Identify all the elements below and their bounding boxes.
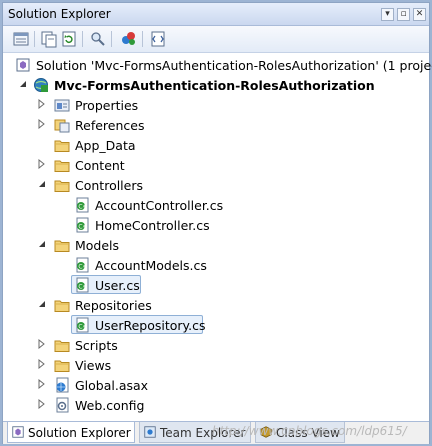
- collapsed-arrow-icon[interactable]: [37, 159, 47, 169]
- refresh-icon[interactable]: [60, 30, 78, 48]
- expanded-arrow-icon[interactable]: [18, 79, 28, 89]
- tree-item-homecontroller[interactable]: HomeController.cs: [3, 215, 429, 235]
- tree-item-views[interactable]: Views: [3, 355, 429, 375]
- toolbar: [3, 26, 429, 53]
- show-all-files-icon[interactable]: [40, 30, 58, 48]
- tree-item-label: Solution 'Mvc-FormsAuthentication-RolesA…: [36, 58, 432, 73]
- watermark-text: http://www.cnblogs.com/ldp615/: [212, 424, 407, 438]
- tree-item-label: User.cs: [95, 278, 140, 293]
- tree-item-label: Repositories: [75, 298, 152, 313]
- csharp-file-icon: [76, 317, 89, 333]
- toolbar-separator: [142, 31, 143, 47]
- collapsed-arrow-icon[interactable]: [37, 99, 47, 109]
- tree-item-label: Controllers: [75, 178, 143, 193]
- web-config-icon: [56, 397, 69, 413]
- expanded-arrow-icon[interactable]: [37, 179, 47, 189]
- tree-item-project[interactable]: Mvc-FormsAuthentication-RolesAuthorizati…: [3, 75, 429, 95]
- collapsed-arrow-icon[interactable]: [37, 359, 47, 369]
- tree-item-label: UserRepository.cs: [95, 318, 206, 333]
- tree-item-properties[interactable]: Properties: [3, 95, 429, 115]
- csharp-file-icon: [76, 277, 89, 293]
- tree-item-label: Scripts: [75, 338, 118, 353]
- team-explorer-icon: [144, 426, 156, 438]
- properties-folder-icon: [54, 99, 70, 112]
- global-asax-icon: [56, 377, 69, 393]
- web-project-icon: [34, 78, 48, 92]
- view-class-diagram-icon[interactable]: [89, 30, 107, 48]
- folder-icon: [54, 140, 70, 152]
- csharp-file-icon: [76, 217, 89, 233]
- solution-explorer-window: Solution Explorer ▾ ▫ ✕ Solution 'Mvc-Fo…: [2, 2, 432, 444]
- csharp-file-icon: [76, 257, 89, 273]
- tree-item-models[interactable]: Models: [3, 235, 429, 255]
- tree-item-label: References: [75, 118, 145, 133]
- tree-item-label: AccountModels.cs: [95, 258, 207, 273]
- tree-item-label: Global.asax: [75, 378, 149, 393]
- properties-icon[interactable]: [12, 30, 30, 48]
- expanded-arrow-icon[interactable]: [37, 239, 47, 249]
- title-bar: Solution Explorer ▾ ▫ ✕: [3, 3, 429, 26]
- tab-solution-explorer[interactable]: Solution Explorer: [7, 422, 135, 443]
- csharp-file-icon: [76, 197, 89, 213]
- tree-item-label: Models: [75, 238, 120, 253]
- collapsed-arrow-icon[interactable]: [37, 379, 47, 389]
- nested-related-files-icon[interactable]: [120, 30, 138, 48]
- tree-item-label: App_Data: [75, 138, 136, 153]
- tree-item-label: Properties: [75, 98, 139, 113]
- close-button[interactable]: ✕: [413, 8, 426, 21]
- collapsed-arrow-icon[interactable]: [37, 399, 47, 409]
- tree-item-solution[interactable]: Solution 'Mvc-FormsAuthentication-RolesA…: [3, 55, 432, 75]
- tree-item-accountcontroller[interactable]: AccountController.cs: [3, 195, 429, 215]
- folder-icon: [54, 160, 70, 172]
- expanded-arrow-icon[interactable]: [37, 299, 47, 309]
- references-icon: [54, 119, 70, 133]
- tree-item-label: Mvc-FormsAuthentication-RolesAuthorizati…: [54, 78, 375, 93]
- tree-item-label: AccountController.cs: [95, 198, 224, 213]
- tree-item-user-cs[interactable]: User.cs: [3, 275, 429, 295]
- view-code-icon[interactable]: [149, 30, 167, 48]
- folder-icon: [54, 340, 70, 352]
- toolbar-separator: [111, 31, 112, 47]
- window-position-button[interactable]: ▾: [381, 8, 394, 21]
- tree-item-repositories[interactable]: Repositories: [3, 295, 429, 315]
- toolbar-separator: [82, 31, 83, 47]
- tree-item-app-data[interactable]: App_Data: [3, 135, 429, 155]
- folder-open-icon: [54, 240, 70, 252]
- tree-item-label: HomeController.cs: [95, 218, 210, 233]
- folder-open-icon: [54, 180, 70, 192]
- tree-item-accountmodels[interactable]: AccountModels.cs: [3, 255, 429, 275]
- folder-open-icon: [54, 300, 70, 312]
- collapsed-arrow-icon[interactable]: [37, 339, 47, 349]
- folder-icon: [54, 360, 70, 372]
- solution-icon: [16, 58, 30, 72]
- solution-explorer-icon: [12, 426, 24, 438]
- tree-item-references[interactable]: References: [3, 115, 429, 135]
- toolbar-separator: [34, 31, 35, 47]
- collapsed-arrow-icon[interactable]: [37, 119, 47, 129]
- tree-item-label: Web.config: [75, 398, 145, 413]
- tab-label: Solution Explorer: [28, 426, 131, 440]
- tree-item-web-config[interactable]: Web.config: [3, 395, 429, 415]
- tree-item-scripts[interactable]: Scripts: [3, 335, 429, 355]
- tree-item-userrepository-cs[interactable]: UserRepository.cs: [3, 315, 429, 335]
- tree-item-content[interactable]: Content: [3, 155, 429, 175]
- tree-item-global-asax[interactable]: Global.asax: [3, 375, 429, 395]
- solution-tree: Solution 'Mvc-FormsAuthentication-RolesA…: [3, 53, 432, 421]
- window-title: Solution Explorer: [8, 7, 111, 21]
- tree-item-controllers[interactable]: Controllers: [3, 175, 429, 195]
- tree-item-label: Views: [75, 358, 112, 373]
- tree-item-label: Content: [75, 158, 125, 173]
- auto-hide-button[interactable]: ▫: [397, 8, 410, 21]
